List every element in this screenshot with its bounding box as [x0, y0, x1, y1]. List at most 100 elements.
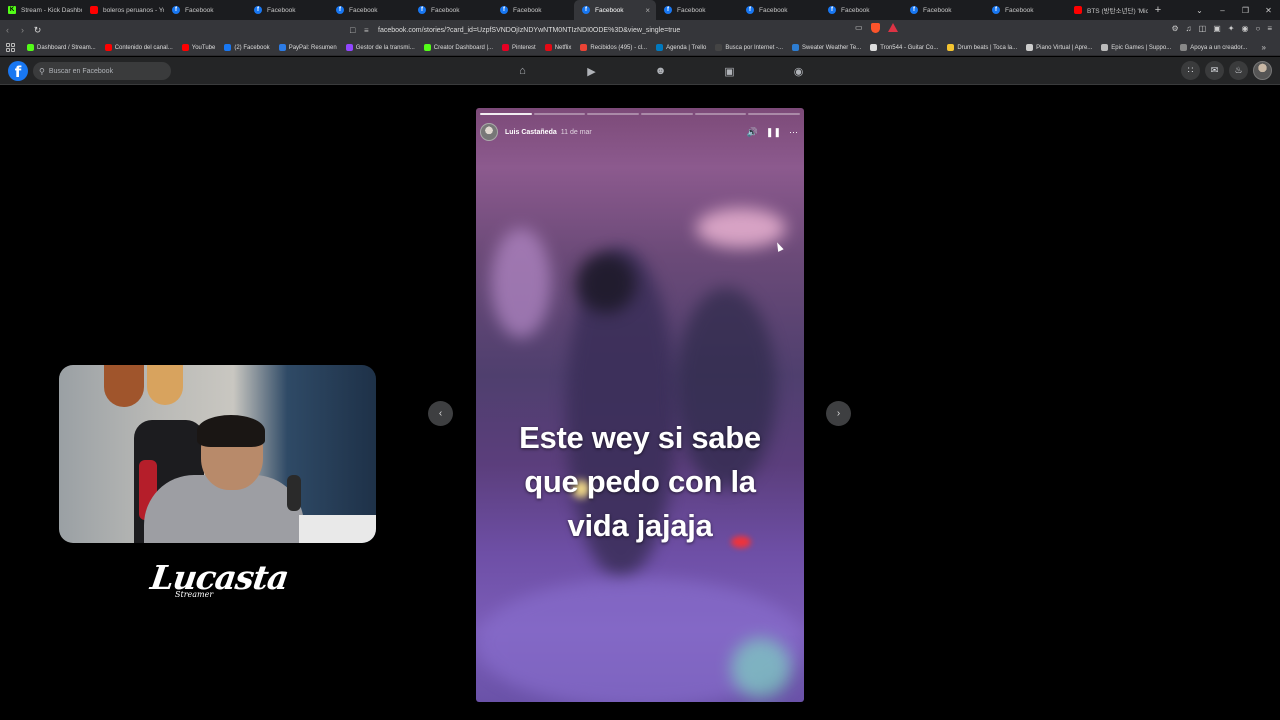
bookmark-item[interactable]: Piano Virtual | Apre...: [1026, 44, 1092, 51]
tab-title[interactable]: Facebook: [841, 7, 870, 14]
more-options-icon[interactable]: ⋯: [789, 127, 798, 138]
tab-search-icon[interactable]: ⌄: [1188, 6, 1211, 15]
bookmark-item[interactable]: Pinterest: [502, 44, 536, 51]
browser-tab[interactable]: f Facebook: [820, 0, 902, 20]
bookmark-label[interactable]: Dashboard / Stream...: [37, 45, 96, 51]
menu-grid-icon[interactable]: ∷: [1181, 61, 1200, 80]
new-tab-icon[interactable]: +: [1148, 4, 1168, 16]
bookmark-item[interactable]: PayPal: Resumen: [278, 44, 337, 51]
tab-title[interactable]: Facebook: [1005, 7, 1034, 14]
tab-title[interactable]: Facebook: [267, 7, 296, 14]
browser-tab[interactable]: f Facebook: [656, 0, 738, 20]
browser-tab[interactable]: f Facebook: [246, 0, 328, 20]
bookmark-item[interactable]: Sweater Weather Te...: [792, 44, 861, 51]
bookmark-label[interactable]: YouTube: [192, 45, 216, 51]
search-placeholder[interactable]: Buscar en Facebook: [49, 68, 113, 75]
browser-tab[interactable]: BTS (방탄소년단) 'Mic: [1066, 0, 1148, 20]
bookmark-label[interactable]: Epic Games | Suppo...: [1111, 45, 1171, 51]
bookmark-label[interactable]: Agenda | Trello: [666, 45, 706, 51]
site-settings-icon[interactable]: ≡: [364, 26, 378, 35]
url-field[interactable]: □ ≡ facebook.com/stories/?card_id=UzpfSV…: [350, 22, 910, 38]
story-user-avatar[interactable]: [480, 123, 498, 141]
brave-shields-icon[interactable]: [870, 23, 880, 33]
facebook-logo[interactable]: f: [8, 61, 28, 81]
story-user-name[interactable]: Luis Castañeda: [505, 129, 557, 136]
volume-icon[interactable]: 🔊: [747, 127, 758, 138]
tab-title[interactable]: Facebook: [923, 7, 952, 14]
browser-tab[interactable]: f Facebook: [902, 0, 984, 20]
bookmark-item[interactable]: Drum beats | Toca la...: [947, 44, 1017, 51]
extension-icon[interactable]: ⚙: [1172, 24, 1179, 33]
bookmark-label[interactable]: Gestor de la transmi...: [356, 45, 415, 51]
bookmark-label[interactable]: Drum beats | Toca la...: [957, 45, 1017, 51]
browser-tab[interactable]: f Facebook: [492, 0, 574, 20]
close-tab-icon[interactable]: ×: [645, 6, 650, 15]
messenger-icon[interactable]: ✉: [1205, 61, 1224, 80]
bookmark-item[interactable]: YouTube: [181, 44, 216, 51]
notifications-icon[interactable]: ♨: [1229, 61, 1248, 80]
browser-tab[interactable]: boleros peruanos - Yo: [82, 0, 164, 20]
vpn-icon[interactable]: ◉: [1242, 24, 1249, 33]
bookmark-label[interactable]: Recibidos (495) - cl...: [590, 45, 647, 51]
tab-title[interactable]: Facebook: [595, 7, 624, 14]
tab-title[interactable]: Facebook: [431, 7, 460, 14]
story-card[interactable]: Luis Castañeda 11 de mar 🔊 ❚❚ ⋯ Este wey…: [476, 108, 804, 702]
menu-icon[interactable]: ≡: [1267, 24, 1272, 33]
browser-tab[interactable]: f Facebook: [328, 0, 410, 20]
bookmark-item[interactable]: Dashboard / Stream...: [27, 44, 96, 51]
bookmark-item[interactable]: Epic Games | Suppo...: [1101, 44, 1171, 51]
bookmark-label[interactable]: Creator Dashboard |...: [434, 45, 493, 51]
close-window-icon[interactable]: ✕: [1257, 6, 1280, 15]
bookmark-item[interactable]: Tron544 - Guitar Co...: [870, 44, 938, 51]
cast-icon[interactable]: ▭: [855, 23, 863, 33]
bookmark-label[interactable]: Tron544 - Guitar Co...: [880, 45, 938, 51]
profile-avatar[interactable]: [1253, 61, 1272, 80]
bookmark-label[interactable]: PayPal: Resumen: [289, 45, 337, 51]
tab-title[interactable]: Stream - Kick Dashbo: [21, 7, 82, 14]
bookmark-item[interactable]: Apoya a un creador...: [1180, 44, 1247, 51]
reload-icon[interactable]: ↻: [30, 25, 45, 36]
tab-title[interactable]: Facebook: [677, 7, 706, 14]
browser-tab[interactable]: f Facebook: [984, 0, 1066, 20]
browser-tab[interactable]: f Facebook: [738, 0, 820, 20]
bookmark-item[interactable]: Busca por Internet -...: [715, 44, 783, 51]
leo-icon[interactable]: ✦: [1228, 24, 1235, 33]
bookmark-icon[interactable]: □: [350, 25, 364, 35]
friends-icon[interactable]: ☻: [626, 57, 695, 85]
bookmark-item[interactable]: Recibidos (495) - cl...: [580, 44, 647, 51]
bookmarks-overflow-icon[interactable]: »: [1262, 43, 1266, 52]
back-arrow-icon[interactable]: ‹: [0, 25, 15, 35]
bookmark-label[interactable]: Pinterest: [512, 45, 536, 51]
tab-title[interactable]: Facebook: [185, 7, 214, 14]
apps-grid-icon[interactable]: [6, 43, 15, 52]
bookmark-item[interactable]: Gestor de la transmi...: [345, 44, 415, 51]
bookmark-label[interactable]: Busca por Internet -...: [725, 45, 783, 51]
bookmark-label[interactable]: (2) Facebook: [234, 45, 269, 51]
profile-icon[interactable]: ○: [1255, 24, 1260, 33]
bookmark-item[interactable]: Netflix: [544, 44, 571, 51]
wallet-icon[interactable]: ▣: [1213, 24, 1221, 33]
bookmark-label[interactable]: Piano Virtual | Apre...: [1036, 45, 1092, 51]
bookmark-label[interactable]: Contenido del canal...: [115, 45, 173, 51]
browser-tab[interactable]: f Facebook ×: [574, 0, 656, 20]
video-icon[interactable]: ▶: [557, 57, 626, 85]
tab-title[interactable]: Facebook: [349, 7, 378, 14]
gaming-icon[interactable]: ◉: [764, 57, 833, 85]
marketplace-icon[interactable]: ▣: [695, 57, 764, 85]
forward-arrow-icon[interactable]: ›: [15, 25, 30, 35]
tab-title[interactable]: Facebook: [513, 7, 542, 14]
tab-title[interactable]: Facebook: [759, 7, 788, 14]
facebook-search-box[interactable]: ⚲ Buscar en Facebook: [33, 62, 171, 80]
sidebar-icon[interactable]: ◫: [1199, 24, 1207, 33]
bookmark-item[interactable]: Contenido del canal...: [104, 44, 173, 51]
bookmark-item[interactable]: Agenda | Trello: [656, 44, 706, 51]
previous-story-button[interactable]: ‹: [428, 401, 453, 426]
bookmark-label[interactable]: Apoya a un creador...: [1190, 45, 1247, 51]
bookmark-label[interactable]: Sweater Weather Te...: [802, 45, 861, 51]
next-story-button[interactable]: ›: [826, 401, 851, 426]
home-icon[interactable]: ⌂: [488, 57, 557, 85]
tab-title[interactable]: BTS (방탄소년단) 'Mic: [1087, 5, 1148, 15]
bookmark-item[interactable]: (2) Facebook: [224, 44, 270, 51]
browser-tab[interactable]: f Facebook: [410, 0, 492, 20]
url-text[interactable]: facebook.com/stories/?card_id=UzpfSVNDOj…: [378, 27, 680, 34]
